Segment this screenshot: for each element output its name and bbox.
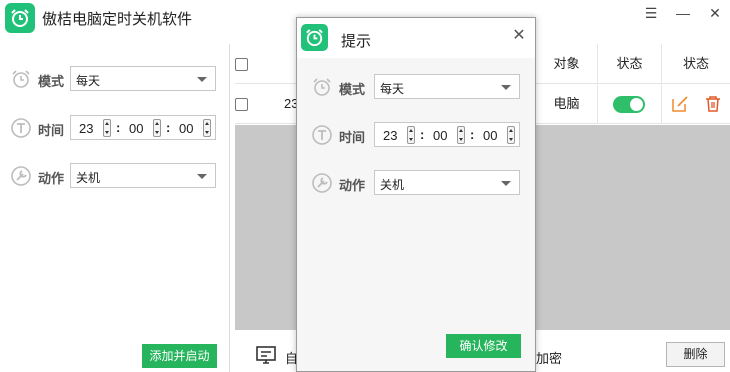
chevron-down-icon (501, 181, 511, 186)
select-all-checkbox[interactable] (235, 58, 248, 71)
mode-label: 模式 (38, 74, 65, 89)
time-label: 时间 (38, 123, 65, 138)
monitor-icon (256, 346, 276, 364)
delete-button[interactable]: 删除 (666, 342, 725, 367)
dialog-second-value: 00 (483, 128, 498, 143)
mode-row: 模式 每天 (0, 66, 230, 92)
edit-icon[interactable] (671, 95, 689, 113)
row-target: 电脑 (535, 84, 597, 124)
second-value: 00 (179, 121, 194, 136)
alarm-clock-icon (313, 78, 331, 96)
dialog-mode-select[interactable]: 每天 (374, 74, 520, 99)
dialog-second-stepper[interactable]: 00 (477, 126, 517, 144)
close-window-button[interactable]: ✕ (700, 2, 730, 24)
dialog-close-icon[interactable]: ✕ (509, 26, 529, 46)
status-toggle[interactable] (613, 96, 645, 113)
chevron-down-icon (501, 85, 511, 90)
dialog-mode-value: 每天 (380, 82, 405, 96)
mode-select[interactable]: 每天 (70, 66, 216, 91)
dialog-time-input: 23 : 00 : 00 (374, 122, 520, 147)
edit-dialog: 提示 ✕ 模式 每天 时间 23: 00: 00 动作 关机 确认修改 (296, 17, 536, 372)
alarm-clock-icon (12, 70, 30, 88)
add-and-start-button[interactable]: 添加并启动 (142, 344, 217, 368)
action-row: 动作 关机 (0, 163, 230, 189)
dialog-action-row: 动作 关机 (297, 170, 535, 196)
dialog-time-label: 时间 (339, 130, 366, 145)
dialog-time-row: 时间 23 : 00 : 00 (297, 122, 535, 148)
spin-icon[interactable] (103, 119, 111, 137)
hour-stepper[interactable]: 23 (73, 119, 113, 137)
action-select[interactable]: 关机 (70, 163, 216, 188)
wrench-icon (312, 173, 332, 193)
hour-value: 23 (79, 121, 94, 136)
spin-icon[interactable] (407, 126, 415, 144)
minimize-button[interactable]: — (668, 2, 698, 24)
row-status-cell (597, 84, 661, 124)
dialog-body: 模式 每天 时间 23 : 00 : 00 动作 关机 确认修改 (297, 58, 535, 371)
row-actions-cell (661, 84, 730, 124)
wrench-icon (11, 166, 31, 186)
action-value: 关机 (76, 171, 101, 185)
dialog-minute-stepper[interactable]: 00 (427, 126, 467, 144)
row-checkbox[interactable] (235, 98, 248, 111)
toggle-knob (630, 98, 643, 111)
trash-icon[interactable] (704, 95, 722, 113)
dialog-action-label: 动作 (339, 178, 366, 193)
confirm-edit-button[interactable]: 确认修改 (446, 334, 521, 358)
spin-icon[interactable] (457, 126, 465, 144)
column-header-status-actions: 状态 (661, 44, 730, 84)
time-input: 23 : 00 : 00 (70, 115, 216, 140)
minute-value: 00 (129, 121, 144, 136)
column-header-status: 状态 (597, 44, 661, 84)
dialog-hour-stepper[interactable]: 23 (377, 126, 417, 144)
time-separator: : (166, 120, 171, 135)
time-separator: : (116, 120, 121, 135)
spin-icon[interactable] (507, 126, 515, 144)
encrypt-option-label[interactable]: 加密 (536, 348, 562, 367)
dialog-hour-value: 23 (383, 128, 398, 143)
mode-value: 每天 (76, 74, 101, 88)
alarm-clock-logo-icon (301, 24, 328, 51)
dialog-minute-value: 00 (433, 128, 448, 143)
spin-icon[interactable] (153, 119, 161, 137)
alarm-clock-logo-icon (5, 3, 35, 33)
menu-icon[interactable]: ☰ (636, 2, 666, 24)
dialog-action-value: 关机 (380, 178, 405, 192)
minute-stepper[interactable]: 00 (123, 119, 163, 137)
schedule-form-panel: 模式 每天 时间 23 : 00 : 00 动作 关机 添加并启动 (0, 44, 230, 372)
action-label: 动作 (38, 171, 65, 186)
dialog-header: 提示 ✕ (297, 18, 535, 58)
time-row: 时间 23 : 00 : 00 (0, 115, 230, 141)
chevron-down-icon (197, 174, 207, 179)
chevron-down-icon (197, 77, 207, 82)
time-separator: : (470, 127, 475, 142)
dialog-action-select[interactable]: 关机 (374, 170, 520, 195)
column-header-target: 对象 (535, 44, 597, 84)
dialog-title: 提示 (341, 33, 372, 50)
spin-icon[interactable] (203, 119, 211, 137)
time-icon (11, 118, 31, 138)
dialog-mode-label: 模式 (339, 82, 366, 97)
time-separator: : (420, 127, 425, 142)
time-icon (312, 125, 332, 145)
dialog-mode-row: 模式 每天 (297, 74, 535, 100)
app-title: 傲桔电脑定时关机软件 (42, 11, 193, 28)
second-stepper[interactable]: 00 (173, 119, 213, 137)
